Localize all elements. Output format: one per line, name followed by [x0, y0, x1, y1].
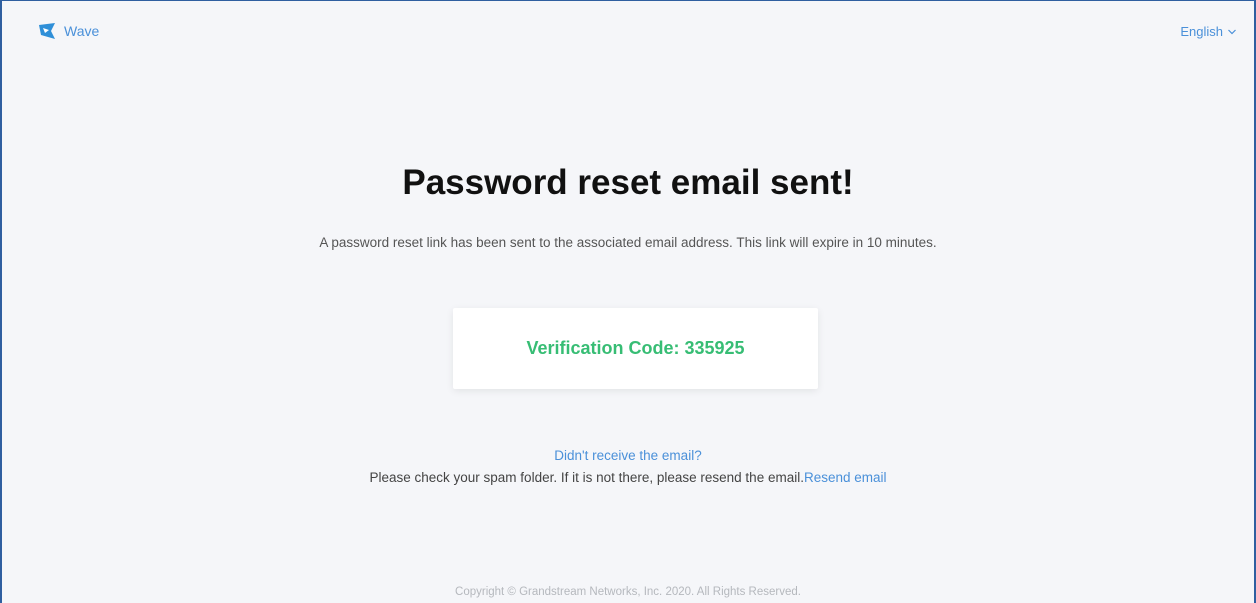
brand-logo-link[interactable]: Wave [37, 21, 99, 41]
verification-code-text: Verification Code: 335925 [526, 338, 744, 359]
spam-help-text: Please check your spam folder. If it is … [2, 470, 1254, 485]
copyright-footer: Copyright © Grandstream Networks, Inc. 2… [455, 586, 801, 598]
spam-help-message: Please check your spam folder. If it is … [369, 470, 804, 485]
didnt-receive-link[interactable]: Didn't receive the email? [2, 448, 1254, 463]
chevron-down-icon [1228, 27, 1236, 37]
language-selector[interactable]: English [1180, 24, 1236, 39]
wave-logo-icon [37, 21, 57, 41]
verification-code-card: Verification Code: 335925 [453, 308, 818, 389]
page-title: Password reset email sent! [402, 163, 854, 202]
verification-code-label: Verification Code: [526, 338, 685, 358]
page: Wave English Password reset email sent! … [0, 0, 1256, 603]
reset-message: A password reset link has been sent to t… [319, 235, 937, 250]
brand-name: Wave [64, 23, 100, 39]
language-label: English [1180, 24, 1223, 39]
verification-code-value: 335925 [684, 338, 745, 358]
resend-email-link[interactable]: Resend email [804, 470, 887, 485]
